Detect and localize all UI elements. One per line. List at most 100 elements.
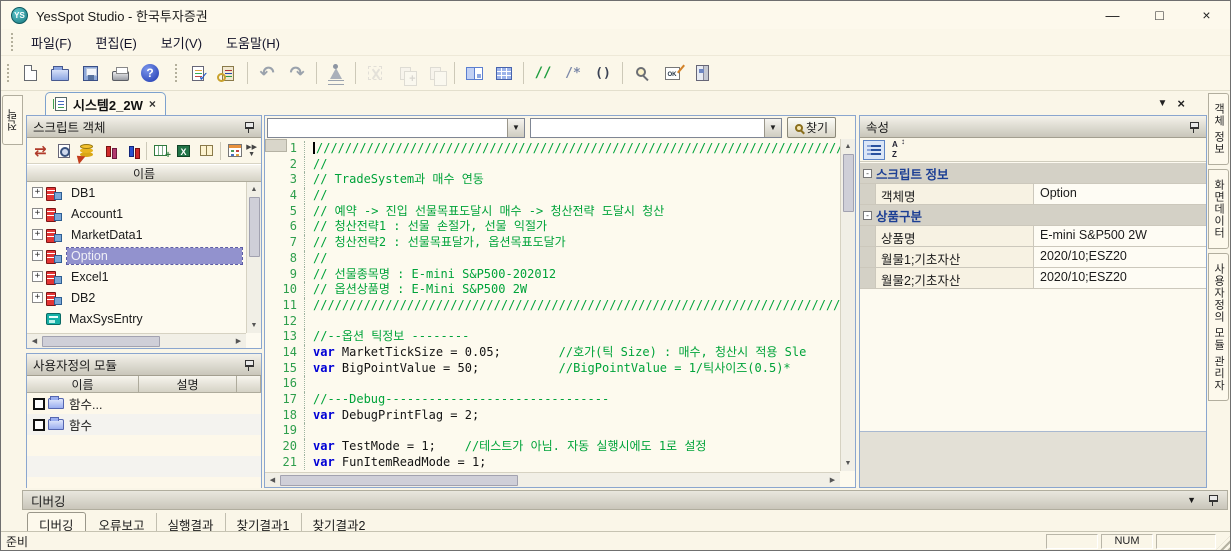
editor-vertical-scrollbar[interactable]: ▲ ▼ — [840, 139, 855, 471]
editor-horizontal-scrollbar[interactable]: ◀ ▶ — [265, 472, 840, 487]
code-line-1[interactable]: 1///////////////////////////////////////… — [265, 141, 840, 157]
chevron-down-icon[interactable]: ▼ — [507, 119, 524, 137]
toolbar-grip-1[interactable] — [7, 64, 9, 82]
event-combo[interactable]: ▼ — [530, 118, 782, 138]
new-document-button[interactable] — [16, 59, 44, 87]
categorized-view-button[interactable] — [863, 140, 885, 160]
tab-system2-2w[interactable]: 시스템2_2W × — [45, 92, 166, 115]
tree-item-Account1[interactable]: +Account1 — [27, 203, 246, 224]
pin-icon[interactable] — [244, 359, 255, 371]
property-value[interactable]: 2020/10;ESZ20 — [1034, 268, 1206, 288]
maximize-button[interactable]: □ — [1136, 1, 1183, 29]
tree-item-DB1[interactable]: +DB1 — [27, 182, 246, 203]
tree-item-DB2[interactable]: +DB2 — [27, 287, 246, 308]
menu-grip[interactable] — [11, 33, 13, 51]
search-doc-button[interactable] — [52, 140, 75, 162]
expand-icon[interactable]: + — [32, 187, 43, 198]
undo-button[interactable] — [253, 59, 281, 87]
code-line-18[interactable]: 18var DebugPrintFlag = 2; — [265, 408, 840, 424]
tree-vertical-scrollbar[interactable]: ▲ ▼ — [246, 182, 261, 333]
excel-button[interactable] — [172, 140, 195, 162]
code-line-10[interactable]: 10// 옵션상품명 : E-Mini S&P500 2W — [265, 282, 840, 298]
open-file-button[interactable] — [46, 59, 74, 87]
toolbar-grip-2[interactable] — [175, 64, 177, 82]
code-line-15[interactable]: 15var BigPointValue = 50; //BigPointValu… — [265, 361, 840, 377]
code-line-7[interactable]: 7// 청산전략2 : 선물목표달가, 옵션목표도달가 — [265, 235, 840, 251]
minimize-button[interactable]: — — [1089, 1, 1136, 29]
pin-icon[interactable] — [244, 121, 255, 133]
publish-button[interactable] — [322, 59, 350, 87]
code-line-9[interactable]: 9// 선물종목명 : E-mini S&P500-202012 — [265, 267, 840, 283]
expand-icon[interactable]: + — [32, 250, 43, 261]
menu-item-3[interactable]: 도움말(H) — [214, 30, 292, 55]
table-columns-button[interactable] — [195, 140, 218, 162]
function-list-button[interactable] — [214, 59, 242, 87]
property-value[interactable]: Option — [1034, 184, 1206, 204]
scroll-left-icon[interactable]: ◀ — [27, 334, 42, 349]
expand-icon[interactable]: + — [32, 271, 43, 282]
scroll-right-icon[interactable]: ▶ — [231, 334, 246, 349]
code-line-6[interactable]: 6// 청산전략1 : 선물 손절가, 선물 익절가 — [265, 219, 840, 235]
chart-blue-button[interactable] — [121, 140, 144, 162]
menu-item-2[interactable]: 보기(V) — [149, 30, 214, 55]
code-line-14[interactable]: 14var MarketTickSize = 0.05; //호가(틱 Size… — [265, 345, 840, 361]
split-window-button[interactable] — [460, 59, 488, 87]
code-line-3[interactable]: 3// TradeSystem과 매수 연동 — [265, 172, 840, 188]
property-category[interactable]: -스크립트 정보 — [860, 163, 1206, 184]
redo-button[interactable] — [283, 59, 311, 87]
tab-list-dropdown-icon[interactable]: ▼ — [1158, 98, 1168, 109]
scroll-thumb[interactable] — [42, 336, 160, 347]
code-line-13[interactable]: 13//--옵션 틱정보 -------- — [265, 329, 840, 345]
code-line-16[interactable]: 16 — [265, 376, 840, 392]
scroll-thumb[interactable] — [280, 475, 518, 486]
property-row[interactable]: 월물2;기초자산2020/10;ESZ20 — [860, 268, 1206, 289]
module-row[interactable]: 함수... — [27, 393, 261, 414]
code-line-21[interactable]: 21var FunItemReadMode = 1; — [265, 455, 840, 471]
code-line-19[interactable]: 19 — [265, 423, 840, 439]
column-name[interactable]: 이름 — [27, 376, 139, 393]
scroll-up-icon[interactable]: ▲ — [841, 139, 856, 154]
column-desc[interactable]: 설명 — [139, 376, 237, 393]
coins-button[interactable] — [75, 140, 98, 162]
tree-item-MaxSysEntry[interactable]: MaxSysEntry — [27, 308, 246, 329]
module-row[interactable]: 함수 — [27, 414, 261, 435]
pin-icon[interactable] — [1208, 494, 1219, 506]
paste-button[interactable] — [421, 59, 449, 87]
copy-add-button[interactable] — [391, 59, 419, 87]
code-area[interactable]: 1///////////////////////////////////////… — [265, 139, 840, 471]
left-edge-tab-strategy[interactable]: 전략 — [2, 95, 23, 145]
right-edge-tab-0[interactable]: 객체 정보 — [1208, 93, 1229, 165]
expand-icon[interactable]: + — [32, 292, 43, 303]
dock-dropdown-icon[interactable]: ▼ — [1187, 495, 1196, 505]
line-comment-button[interactable] — [529, 59, 557, 87]
code-line-5[interactable]: 5// 예약 -> 진입 선물목표도달시 매수 -> 청산전략 도달시 청산 — [265, 204, 840, 220]
checkbox[interactable] — [33, 419, 45, 431]
print-button[interactable] — [106, 59, 134, 87]
tree-horizontal-scrollbar[interactable]: ◀ ▶ — [27, 333, 246, 348]
toolbar-overflow-icon[interactable]: ▶▶▼ — [246, 144, 259, 158]
swap-arrows-button[interactable] — [29, 140, 52, 162]
object-browser-button[interactable] — [688, 59, 716, 87]
checkbox[interactable] — [33, 398, 45, 410]
tree-column-header[interactable]: 이름 — [27, 164, 261, 182]
collapse-icon[interactable]: - — [863, 169, 872, 178]
property-value[interactable]: E-mini S&P500 2W — [1034, 226, 1206, 246]
calendar-button[interactable] — [223, 140, 246, 162]
expand-icon[interactable]: + — [32, 229, 43, 240]
scroll-thumb[interactable] — [249, 197, 260, 257]
property-value[interactable]: 2020/10;ESZ20 — [1034, 247, 1206, 267]
code-line-12[interactable]: 12 — [265, 314, 840, 330]
chart-red-button[interactable] — [98, 140, 121, 162]
close-button[interactable]: × — [1183, 1, 1230, 29]
menu-item-0[interactable]: 파일(F) — [19, 30, 84, 55]
find-button[interactable] — [628, 59, 656, 87]
property-category[interactable]: -상품구분 — [860, 205, 1206, 226]
pin-icon[interactable] — [1189, 121, 1200, 133]
chevron-down-icon[interactable]: ▼ — [764, 119, 781, 137]
tree-item-MarketData1[interactable]: +MarketData1 — [27, 224, 246, 245]
code-line-2[interactable]: 2// — [265, 157, 840, 173]
block-comment-button[interactable] — [559, 59, 587, 87]
check-script-button[interactable] — [184, 59, 212, 87]
menu-item-1[interactable]: 편집(E) — [84, 30, 149, 55]
right-edge-tab-2[interactable]: 사용자정의 모듈 관리자 — [1208, 253, 1229, 401]
